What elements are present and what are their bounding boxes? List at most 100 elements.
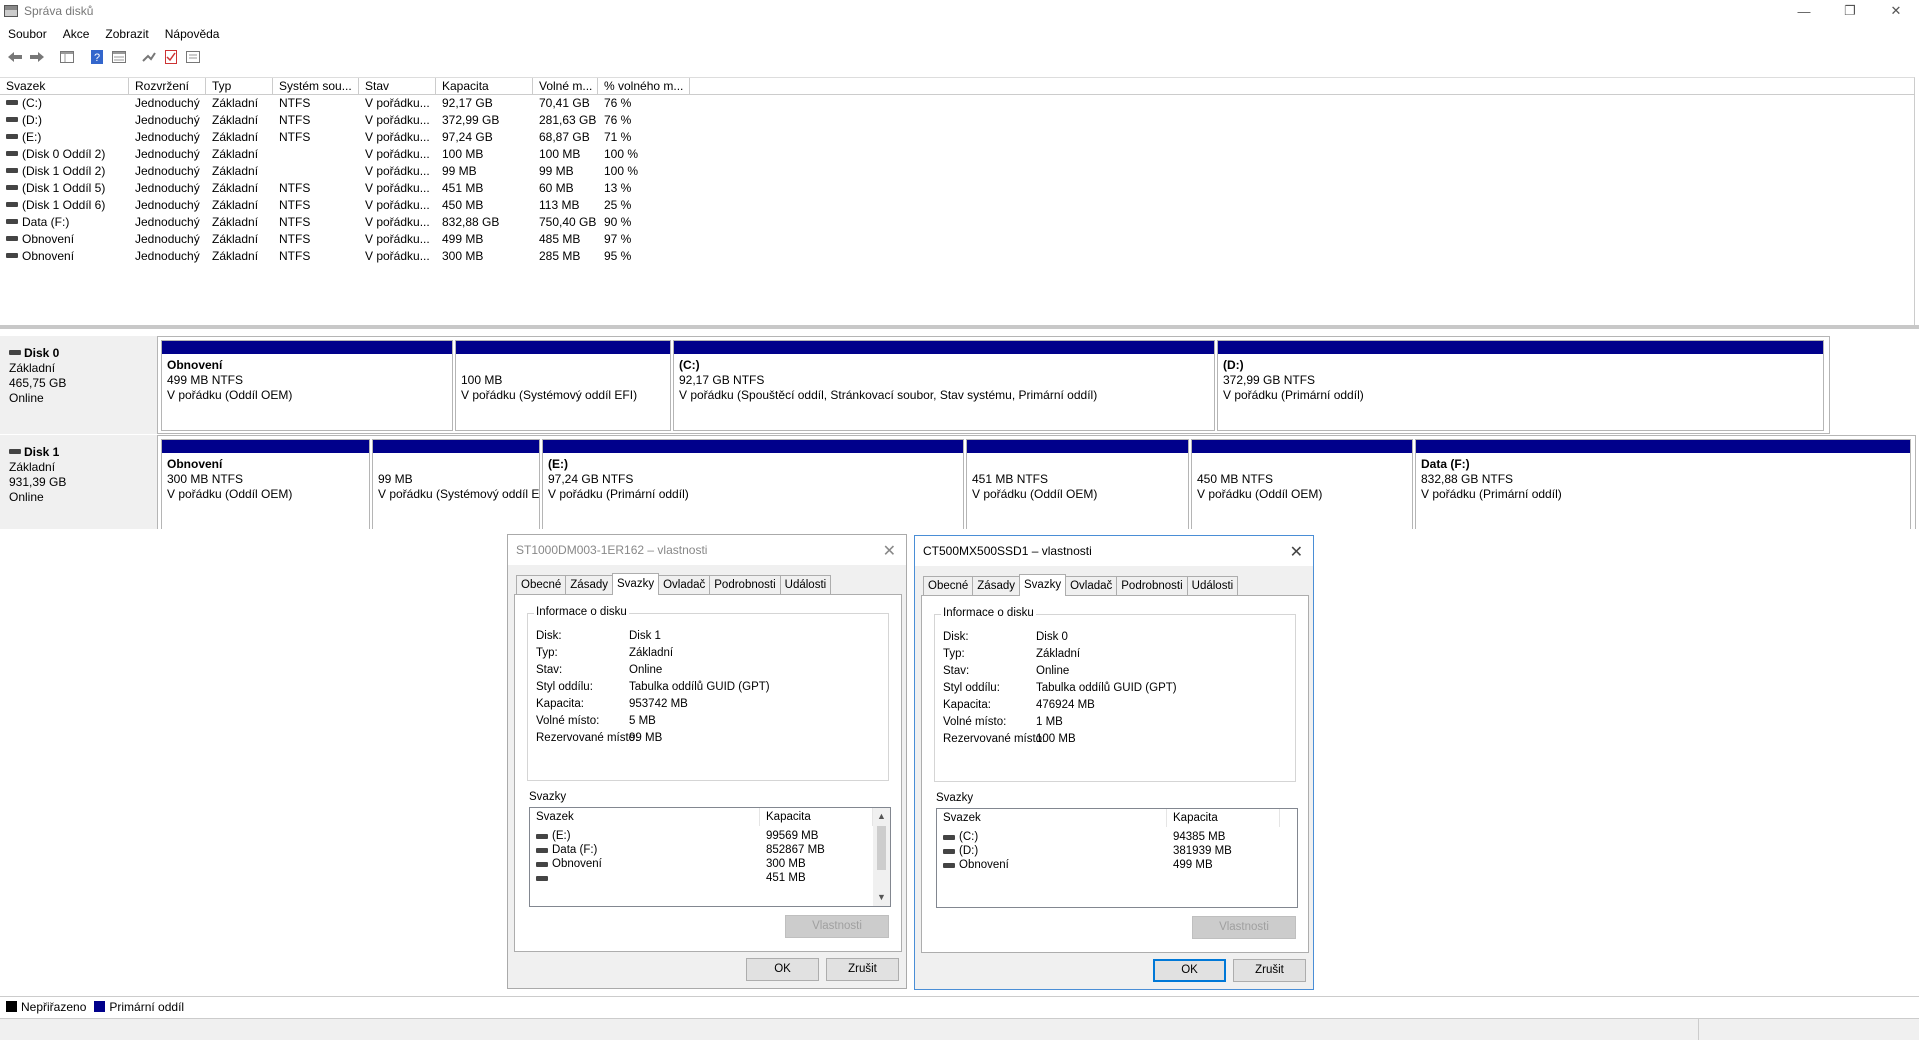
volume-row[interactable]: (D:) Jednoduchý Základní NTFS V pořádku... 37… (0, 112, 1914, 129)
partition[interactable]: 100 MB V pořádku (Systémový oddíl EFI) (455, 340, 671, 431)
column-stav[interactable]: Stav (359, 78, 436, 94)
column-kapacita[interactable]: Kapacita (436, 78, 533, 94)
details-icon[interactable] (182, 47, 204, 67)
scroll-up-icon[interactable]: ▲ (873, 808, 890, 825)
dialog-title-bar: ST1000DM003-1ER162 – vlastnosti ✕ (508, 535, 906, 565)
list-view-icon[interactable] (56, 47, 78, 67)
tab-zasady[interactable]: Zásady (565, 575, 613, 595)
partition[interactable]: Obnovení 499 MB NTFS V pořádku (Oddíl OEM) (161, 340, 453, 431)
volume-cell: 100 MB (442, 147, 484, 161)
cancel-button[interactable]: Zrušit (826, 958, 899, 981)
column-svazek[interactable]: Svazek (0, 78, 129, 94)
close-icon[interactable]: ✕ (1290, 542, 1303, 562)
tab-ovladac[interactable]: Ovladač (1065, 576, 1118, 596)
partition[interactable]: 451 MB NTFS V pořádku (Oddíl OEM) (966, 439, 1189, 530)
partition[interactable]: (E:) 97,24 GB NTFS V pořádku (Primární odd… (542, 439, 964, 530)
primary-partition-bar (162, 341, 452, 354)
volume-row[interactable]: (Disk 0 Oddíl 2) Jednoduchý Základní V pořá… (0, 146, 1914, 163)
menu-soubor[interactable]: Soubor (0, 24, 55, 44)
column-procento-volneho[interactable]: % volného m... (598, 78, 690, 94)
volume-row[interactable]: (Disk 1 Oddíl 2) Jednoduchý Základní V pořá… (0, 163, 1914, 180)
cancel-button[interactable]: Zrušit (1233, 959, 1306, 982)
tab-svazky[interactable]: Svazky (612, 573, 660, 595)
restore-button[interactable]: ❐ (1827, 0, 1873, 22)
scroll-down-icon[interactable]: ▼ (873, 889, 890, 906)
column-typ[interactable]: Typ (206, 78, 273, 94)
menu-zobrazit[interactable]: Zobrazit (97, 24, 156, 44)
disk-label[interactable]: Disk 0 Základní 465,75 GB Online (0, 336, 157, 434)
partition[interactable]: (D:) 372,99 GB NTFS V pořádku (Primární od… (1217, 340, 1824, 431)
volume-icon (536, 876, 548, 881)
connect-icon[interactable] (138, 47, 160, 67)
minimize-button[interactable]: — (1781, 0, 1827, 22)
volumes-list[interactable]: Svazek Kapacita (C:) 94385 MB (D:) 381939 M… (936, 808, 1298, 908)
tab-obecne[interactable]: Obecné (923, 576, 974, 596)
volume-cell: Jednoduchý (135, 147, 200, 161)
tab-svazky[interactable]: Svazky (1019, 574, 1067, 596)
column-system-souboru[interactable]: Systém sou... (273, 78, 359, 94)
volume-list-item[interactable]: 451 MB (530, 870, 890, 887)
partition[interactable]: 450 MB NTFS V pořádku (Oddíl OEM) (1191, 439, 1413, 530)
tab-udalosti[interactable]: Události (1186, 576, 1239, 596)
volume-icon (943, 835, 955, 840)
volume-cell: V pořádku... (365, 96, 430, 110)
tab-podrobnosti[interactable]: Podrobnosti (709, 575, 781, 595)
properties-icon[interactable] (108, 47, 130, 67)
close-button[interactable]: ✕ (1873, 0, 1919, 22)
partition-strip: Obnovení 300 MB NTFS V pořádku (Oddíl OEM)… (157, 435, 1916, 533)
tab-zasady[interactable]: Zásady (972, 576, 1020, 596)
ok-button[interactable]: OK (746, 958, 819, 981)
column-volne-misto[interactable]: Volné m... (533, 78, 598, 94)
volume-cell (273, 146, 359, 163)
volume-row[interactable]: (Disk 1 Oddíl 6) Jednoduchý Základní NTFS V … (0, 197, 1914, 214)
tab-podrobnosti[interactable]: Podrobnosti (1116, 576, 1188, 596)
close-icon[interactable]: ✕ (883, 541, 896, 561)
volume-cell: Jednoduchý (135, 113, 200, 127)
properties-button[interactable]: Vlastnosti (785, 915, 889, 938)
volume-list[interactable]: Svazek Rozvržení Typ Systém sou... Stav … (0, 77, 1915, 325)
checklist-icon[interactable] (160, 47, 182, 67)
volume-list-item[interactable]: Obnovení 499 MB (937, 857, 1297, 874)
volume-cell: Základní (212, 113, 259, 127)
disk-label[interactable]: Disk 1 Základní 931,39 GB Online (0, 435, 157, 533)
tab-udalosti[interactable]: Události (779, 575, 832, 595)
tab-ovladac[interactable]: Ovladač (658, 575, 711, 595)
tab-obecne[interactable]: Obecné (516, 575, 567, 595)
info-value: 1 MB (1036, 716, 1063, 728)
volumes-list[interactable]: Svazek Kapacita (E:) 99569 MB Data (F:) 852… (529, 807, 891, 907)
disk-info-group: Informace o disku Disk: Disk 0 Typ: Základn… (934, 607, 1296, 782)
partition[interactable]: Obnovení 300 MB NTFS V pořádku (Oddíl OEM) (161, 439, 370, 530)
forward-icon[interactable] (26, 47, 48, 67)
properties-button[interactable]: Vlastnosti (1192, 916, 1296, 939)
vertical-scrollbar[interactable]: ▲ ▼ (873, 808, 890, 906)
volume-row[interactable]: Obnovení Jednoduchý Základní NTFS V pořádku.… (0, 231, 1914, 248)
column-rozvrzeni[interactable]: Rozvržení (129, 78, 206, 94)
help-icon[interactable]: ? (86, 47, 108, 67)
legend-unallocated: Nepřiřazeno (21, 999, 87, 1014)
column-kapacita[interactable]: Kapacita (760, 808, 873, 826)
volume-row[interactable]: Data (F:) Jednoduchý Základní NTFS V pořádku… (0, 214, 1914, 231)
disk-type: Základní (9, 460, 56, 474)
tab-strip: Obecné Zásady Svazky Ovladač Podrobnosti… (923, 574, 1239, 596)
volume-icon (6, 134, 18, 140)
volume-row[interactable]: Obnovení Jednoduchý Základní NTFS V pořádku.… (0, 248, 1914, 265)
volume-cell: 832,88 GB (442, 215, 500, 229)
volume-cell: NTFS (279, 96, 311, 110)
ok-button[interactable]: OK (1153, 959, 1226, 982)
volume-cell: Jednoduchý (135, 96, 200, 110)
menu-napoveda[interactable]: Nápověda (157, 24, 228, 44)
partition[interactable]: (C:) 92,17 GB NTFS V pořádku (Spouštěcí od… (673, 340, 1215, 431)
partition[interactable]: Data (F:) 832,88 GB NTFS V pořádku (Primár… (1415, 439, 1911, 530)
volume-row[interactable]: (E:) Jednoduchý Základní NTFS V pořádku... 97… (0, 129, 1914, 146)
dialog-title: CT500MX500SSD1 – vlastnosti (923, 544, 1092, 558)
scroll-thumb[interactable] (877, 826, 886, 870)
menu-akce[interactable]: Akce (55, 24, 98, 44)
volume-row[interactable]: (Disk 1 Oddíl 5) Jednoduchý Základní NTFS V … (0, 180, 1914, 197)
back-icon[interactable] (4, 47, 26, 67)
column-svazek[interactable]: Svazek (530, 808, 760, 826)
partition[interactable]: 99 MB V pořádku (Systémový oddíl EFI) (372, 439, 540, 530)
column-svazek[interactable]: Svazek (937, 809, 1167, 827)
column-kapacita[interactable]: Kapacita (1167, 809, 1280, 827)
volume-row[interactable]: (C:) Jednoduchý Základní NTFS V pořádku... 92… (0, 95, 1914, 112)
volume-cell: 113 MB (539, 198, 580, 212)
